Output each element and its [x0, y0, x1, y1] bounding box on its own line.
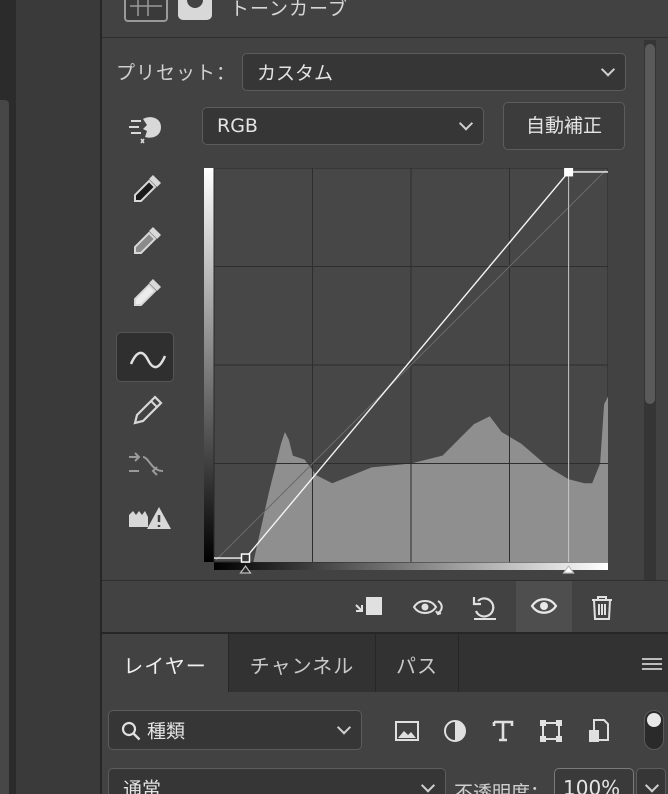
channel-value: RGB — [217, 115, 258, 137]
curve-graph-svg[interactable] — [204, 168, 608, 574]
curve-point-black[interactable] — [240, 553, 251, 563]
blend-mode-dropdown[interactable]: 通常 — [108, 768, 446, 794]
black-point-eyedropper-icon[interactable] — [116, 164, 174, 214]
panel-title: トーンカーブ — [230, 0, 348, 20]
filter-kind-value: 種類 — [147, 720, 186, 743]
opacity-input[interactable]: 100% — [554, 768, 634, 794]
smart-object-filter-icon[interactable] — [586, 718, 612, 744]
delete-adjustment-icon[interactable] — [584, 591, 620, 623]
opacity-slider-button[interactable] — [636, 768, 666, 794]
preset-label: プリセット： — [116, 62, 237, 84]
panel-gap — [16, 0, 100, 794]
preset-value: カスタム — [257, 62, 334, 85]
tab-channels[interactable]: チャンネル — [229, 634, 375, 692]
input-gradient-bar — [214, 562, 608, 570]
channel-dropdown[interactable]: RGB — [202, 107, 484, 145]
chevron-down-icon — [420, 778, 436, 793]
blend-mode-value: 通常 — [123, 778, 162, 794]
view-previous-state-icon[interactable] — [408, 591, 444, 623]
pencil-draw-icon[interactable] — [116, 386, 174, 436]
layers-panel: レイヤー チャンネル パス 種類 通常 不透明度： 100% — [102, 632, 668, 794]
smooth-curve-icon[interactable] — [116, 438, 174, 488]
shape-layer-filter-icon[interactable] — [538, 718, 564, 744]
reset-adjustments-icon[interactable] — [466, 591, 502, 623]
type-layer-filter-icon[interactable] — [490, 718, 516, 744]
tab-paths[interactable]: パス — [376, 634, 458, 692]
chevron-down-icon — [644, 778, 660, 793]
auto-button[interactable]: 自動補正 — [503, 102, 625, 150]
chevron-down-icon — [458, 116, 474, 131]
filter-toggle[interactable] — [644, 710, 664, 750]
curve-point-white[interactable] — [564, 168, 574, 177]
curve-graph[interactable] — [204, 168, 608, 574]
adjustment-toolbar — [102, 580, 668, 633]
output-gradient-bar — [204, 168, 214, 562]
chevron-down-icon — [600, 62, 616, 77]
search-icon — [121, 721, 141, 741]
preset-dropdown[interactable]: カスタム — [242, 53, 626, 91]
curve-point-edit-icon[interactable] — [116, 332, 174, 382]
toggle-visibility-icon[interactable] — [516, 581, 572, 633]
clip-to-layer-icon[interactable] — [350, 591, 386, 623]
chevron-down-icon — [336, 720, 352, 735]
adjustment-layer-filter-icon[interactable] — [442, 718, 468, 744]
tab-layers[interactable]: レイヤー — [102, 634, 228, 692]
gray-point-eyedropper-icon[interactable] — [116, 216, 174, 266]
pixel-layer-filter-icon[interactable] — [394, 718, 420, 744]
opacity-label: 不透明度： — [454, 782, 550, 794]
curves-adjustment-icon — [124, 0, 168, 22]
left-panel-strip — [0, 0, 16, 794]
tab-separator — [458, 634, 459, 692]
target-adjust-hand-icon[interactable] — [116, 104, 174, 154]
left-scrollbar[interactable] — [0, 100, 9, 794]
properties-scrollbar[interactable] — [644, 40, 656, 580]
layer-mask-icon[interactable] — [178, 0, 212, 20]
properties-header: トーンカーブ — [102, 0, 668, 38]
clipping-warning-icon[interactable] — [116, 494, 174, 544]
scrollbar-thumb[interactable] — [645, 44, 655, 404]
properties-panel: トーンカーブ プリセット： カスタム RGB 自動補正 — [102, 0, 668, 633]
panel-menu-icon[interactable] — [642, 658, 662, 672]
white-point-eyedropper-icon[interactable] — [116, 268, 174, 318]
layer-filter-dropdown[interactable]: 種類 — [108, 710, 362, 750]
